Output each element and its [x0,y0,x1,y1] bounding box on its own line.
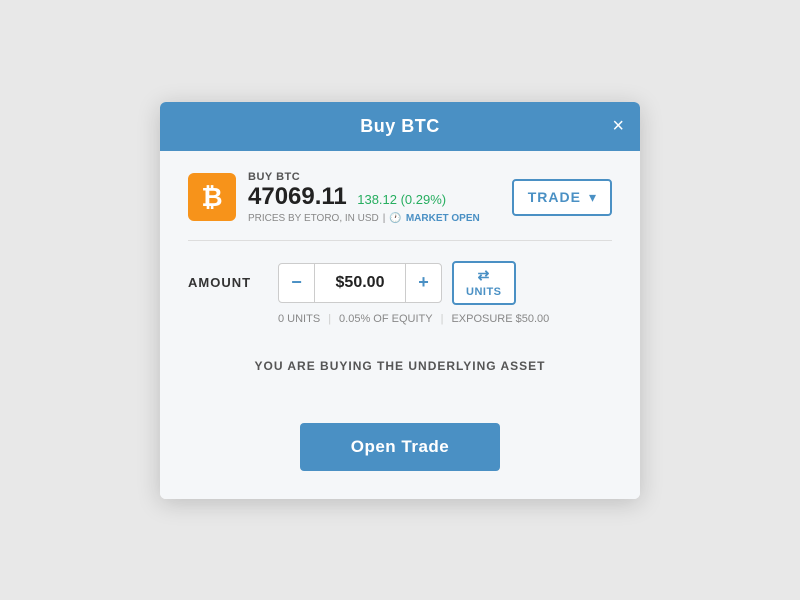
open-trade-button[interactable]: Open Trade [300,423,500,471]
clock-icon: 🕐 [389,213,401,224]
amount-input[interactable] [315,264,405,302]
amount-label: AMOUNT [188,275,268,290]
trade-dropdown-button[interactable]: TRADE ▾ [512,179,612,216]
asset-row: ₿ BUY BTC 47069.11 138.12 (0.29%) PRICES… [188,171,612,241]
info-sep-2: | [441,313,444,325]
asset-meta: PRICES BY ETORO, IN USD | 🕐 MARKET OPEN [248,213,480,224]
equity-info: 0.05% OF EQUITY [339,313,433,325]
decrement-button[interactable]: − [279,264,315,302]
btc-icon: ₿ [188,173,236,221]
modal-header: Buy BTC × [160,102,640,151]
trade-dropdown-label: TRADE [528,189,581,205]
units-info: 0 UNITS [278,313,320,325]
units-toggle-button[interactable]: ⇄ UNITS [452,261,516,305]
underlying-message: YOU ARE BUYING THE UNDERLYING ASSET [188,349,612,383]
exposure-info: EXPOSURE $50.00 [451,313,549,325]
asset-details: BUY BTC 47069.11 138.12 (0.29%) PRICES B… [248,171,480,224]
asset-price: 47069.11 [248,183,347,210]
buy-btc-modal: Buy BTC × ₿ BUY BTC 47069.11 138.12 (0.2… [160,102,640,499]
amount-controls: − + [278,263,442,303]
prices-by: PRICES BY ETORO, IN USD [248,213,379,224]
units-label: UNITS [466,286,502,298]
separator-icon: | [383,213,386,224]
close-button[interactable]: × [612,116,624,136]
modal-title: Buy BTC [360,116,440,137]
amount-row: AMOUNT − + ⇄ UNITS [188,261,612,305]
asset-buy-label: BUY BTC [248,171,480,183]
info-sep-1: | [328,313,331,325]
market-status: MARKET OPEN [406,213,480,224]
chevron-down-icon: ▾ [589,189,596,206]
modal-body: ₿ BUY BTC 47069.11 138.12 (0.29%) PRICES… [160,151,640,499]
info-row: 0 UNITS | 0.05% OF EQUITY | EXPOSURE $50… [278,313,612,325]
asset-change: 138.12 (0.29%) [357,192,446,207]
asset-price-row: 47069.11 138.12 (0.29%) [248,183,480,211]
asset-info: ₿ BUY BTC 47069.11 138.12 (0.29%) PRICES… [188,171,480,224]
swap-icon: ⇄ [478,267,490,284]
increment-button[interactable]: + [405,264,441,302]
btc-symbol: ₿ [201,182,222,213]
